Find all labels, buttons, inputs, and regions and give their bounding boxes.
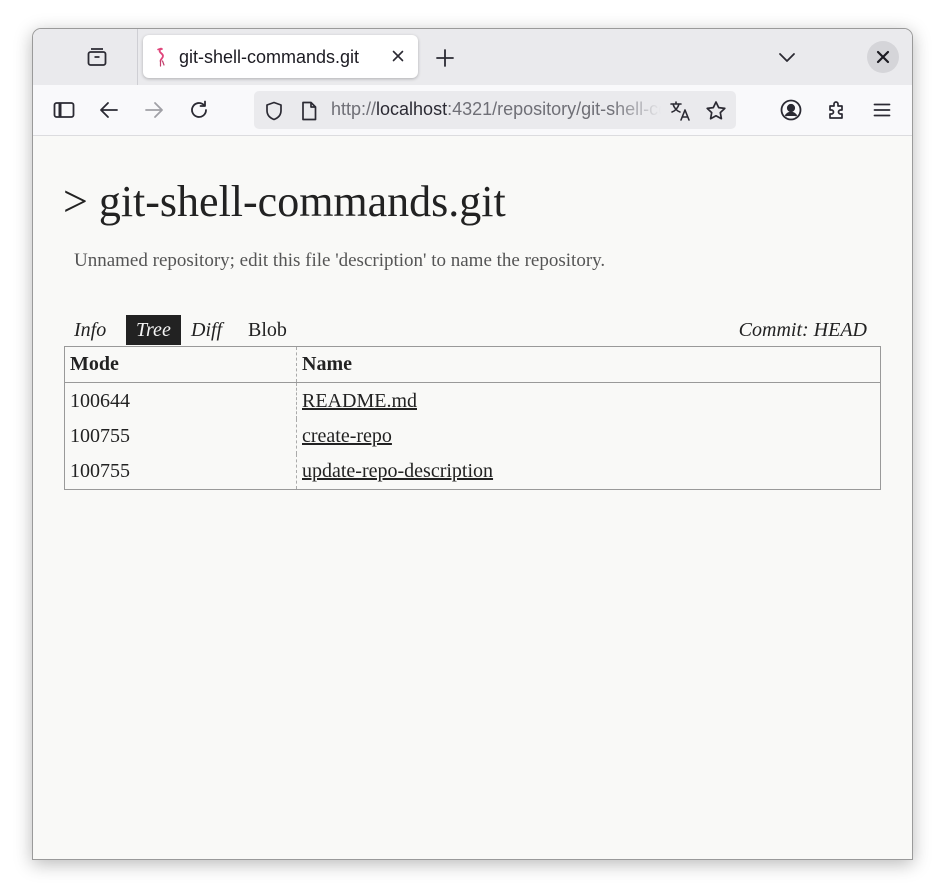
name-column-header: Name xyxy=(296,346,881,383)
close-icon xyxy=(876,50,890,64)
tab-bar: git-shell-commands.git xyxy=(33,29,912,85)
nav-info-link[interactable]: Info xyxy=(64,315,116,345)
file-name-cell: create-repo xyxy=(297,419,881,454)
forward-arrow-icon[interactable] xyxy=(142,98,166,122)
reload-icon[interactable] xyxy=(187,98,211,122)
mode-column-header: Mode xyxy=(64,346,297,383)
sidebar-icon[interactable] xyxy=(52,98,76,122)
page-info-icon[interactable] xyxy=(299,100,319,122)
url-text[interactable]: http://localhost:4321/repository/git-she… xyxy=(331,99,661,120)
window-close-button[interactable] xyxy=(867,41,899,73)
browser-window: git-shell-commands.git http://localhost:… xyxy=(32,28,913,860)
list-all-tabs-icon[interactable] xyxy=(777,47,797,67)
page-content: > git-shell-commands.git Unnamed reposit… xyxy=(33,136,912,859)
tab-git-shell-commands[interactable]: git-shell-commands.git xyxy=(143,35,418,78)
new-tab-icon[interactable] xyxy=(435,48,455,68)
repository-nav: Info Tree Diff Blob Commit: HEAD xyxy=(64,315,881,346)
bookmark-star-icon[interactable] xyxy=(704,99,728,123)
file-name-cell: update-repo-description xyxy=(297,454,881,490)
table-header-row: Mode Name xyxy=(64,346,881,383)
file-mode: 100644 xyxy=(64,382,297,419)
extensions-puzzle-icon[interactable] xyxy=(825,98,849,122)
file-link[interactable]: README.md xyxy=(302,390,417,412)
file-link[interactable]: create-repo xyxy=(302,425,392,447)
back-arrow-icon[interactable] xyxy=(97,98,121,122)
hamburger-menu-icon[interactable] xyxy=(870,98,894,122)
nav-tree-link[interactable]: Tree xyxy=(126,315,181,345)
file-link[interactable]: update-repo-description xyxy=(302,460,493,482)
account-icon[interactable] xyxy=(779,98,803,122)
nav-diff-link[interactable]: Diff xyxy=(181,315,232,345)
commit-label: Commit: HEAD xyxy=(738,319,867,341)
shield-icon[interactable] xyxy=(263,100,285,122)
tab-title: git-shell-commands.git xyxy=(179,47,360,67)
table-row: 100755 update-repo-description xyxy=(64,454,881,490)
navigation-toolbar: http://localhost:4321/repository/git-she… xyxy=(33,85,912,136)
repository-description: Unnamed repository; edit this file 'desc… xyxy=(74,250,606,271)
url-bar[interactable]: http://localhost:4321/repository/git-she… xyxy=(254,91,736,129)
tree-table: Mode Name 100644 README.md 100755 create… xyxy=(64,346,881,490)
table-row: 100644 README.md xyxy=(64,382,881,420)
nav-blob-link[interactable]: Blob xyxy=(238,315,297,345)
translate-icon[interactable] xyxy=(668,99,692,123)
flamingo-favicon-icon xyxy=(157,47,165,67)
file-mode: 100755 xyxy=(64,454,297,490)
file-mode: 100755 xyxy=(64,419,297,454)
table-row: 100755 create-repo xyxy=(64,419,881,454)
tab-close-icon[interactable] xyxy=(389,47,407,65)
page-title: > git-shell-commands.git xyxy=(63,177,506,226)
firefox-view-icon[interactable] xyxy=(85,45,109,69)
file-name-cell: README.md xyxy=(297,383,881,420)
tab-separator xyxy=(137,29,138,85)
